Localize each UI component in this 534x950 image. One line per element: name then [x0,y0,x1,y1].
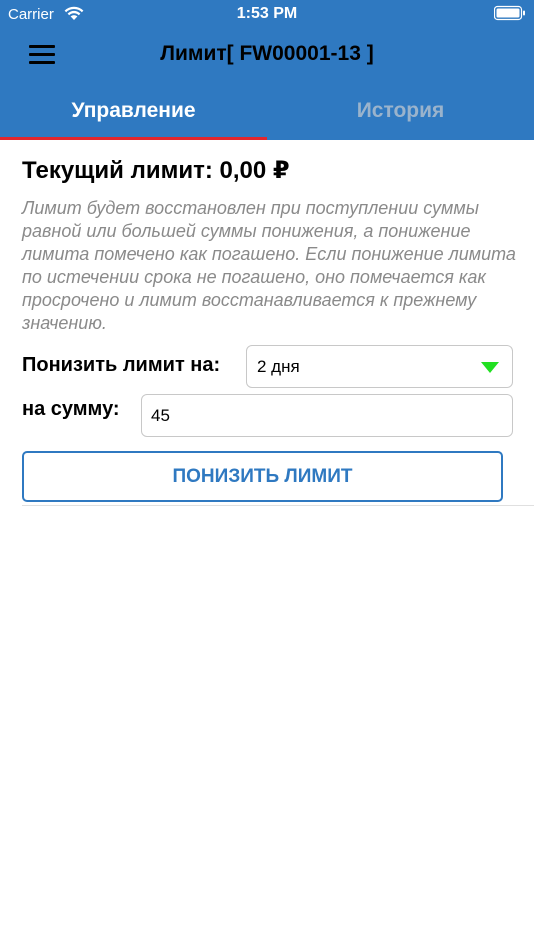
current-limit-value: 0,00 ₽ [219,157,290,184]
reduce-limit-button[interactable]: ПОНИЗИТЬ ЛИМИТ [22,451,503,502]
active-tab-indicator [0,137,267,140]
current-limit: Текущий лимит: 0,00 ₽ [22,156,290,185]
tab-bar: Управление История [0,88,534,140]
status-time: 1:53 PM [236,5,298,22]
sum-input[interactable] [141,394,513,437]
reduce-period-label: Понизить лимит на: [22,354,221,376]
tab-history[interactable]: История [267,88,534,140]
battery-icon [494,5,525,21]
limit-description: Лимит будет восстановлен при поступлении… [22,198,516,333]
period-select-value: 2 дня [257,357,300,376]
period-select[interactable]: 2 дня [246,345,513,388]
app-header: Carrier 1:53 PM Лимит[ FW00001-13 ] Упра… [0,0,534,140]
dropdown-arrow-icon [481,362,499,373]
divider [22,505,534,506]
status-bar: Carrier 1:53 PM [0,0,534,28]
sum-label: на сумму: [22,398,120,420]
tab-manage[interactable]: Управление [0,88,267,140]
current-limit-label: Текущий лимит: [22,157,213,184]
page-title: Лимит[ FW00001-13 ] [160,42,374,65]
